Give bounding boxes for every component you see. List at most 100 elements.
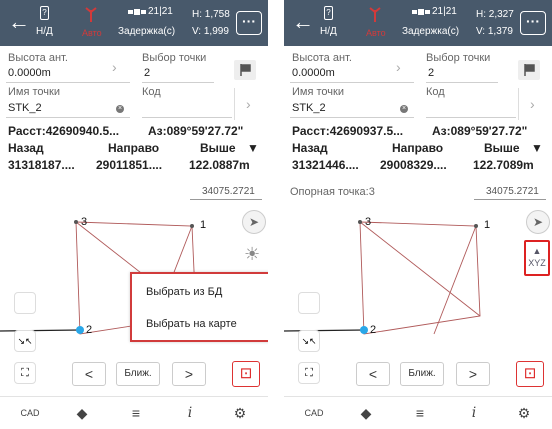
next-button[interactable]: > [456, 362, 490, 386]
antenna-height-value[interactable]: 0.0000m [292, 67, 335, 79]
divider [518, 88, 519, 120]
choose-point-label: Выбор точки [426, 52, 491, 64]
chevron-right-icon: › [112, 59, 117, 75]
choose-point-label: Выбор точки [142, 52, 207, 64]
select-on-map-item[interactable]: Выбрать на карте [146, 318, 237, 330]
scale-bar [190, 199, 262, 200]
fullscreen-icon[interactable]: ⛶ [298, 362, 320, 384]
flag-button[interactable] [518, 60, 540, 80]
divider [290, 117, 414, 118]
back-value: 31318187.... [8, 158, 75, 172]
bottom-toolbar: CAD ◆ ≡ i ⚙ [0, 396, 268, 429]
more-menu-button[interactable]: ··· [236, 11, 262, 35]
nd-label: Н/Д [36, 26, 53, 37]
map-point-2[interactable]: 2 [370, 324, 376, 336]
clear-icon[interactable]: × [116, 105, 124, 113]
brightness-icon[interactable]: ☀ [244, 244, 260, 265]
choose-point-value[interactable]: 2 [144, 67, 150, 79]
map-point-1[interactable]: 1 [200, 219, 206, 231]
distance-readout: Расст:42690940.5... [8, 124, 120, 138]
satellite-count: 21|21 [432, 6, 457, 17]
cad-icon[interactable]: CAD [18, 403, 42, 423]
layer-point-icon[interactable] [14, 292, 36, 314]
prev-button[interactable]: < [72, 362, 106, 386]
delay-label: Задержка(с) [402, 26, 460, 37]
prev-button[interactable]: < [356, 362, 390, 386]
up-value: 122.7089m [473, 158, 534, 172]
mode-label: Авто [366, 28, 386, 38]
collapse-icon[interactable]: ↘↖ [298, 330, 320, 352]
nearest-button[interactable]: Ближ. [400, 362, 444, 386]
stakeout-button[interactable]: ⊡ [516, 361, 544, 387]
fullscreen-icon[interactable]: ⛶ [14, 362, 36, 384]
collapse-icon[interactable]: ↘↖ [14, 330, 36, 352]
info-icon[interactable]: i [178, 403, 202, 423]
back-label: Назад [292, 141, 328, 155]
map-point-3[interactable]: 3 [365, 216, 371, 228]
back-arrow-icon[interactable]: ← [292, 10, 314, 34]
compass-icon[interactable]: ➤ [526, 210, 550, 234]
up-label: Выше [484, 141, 520, 155]
layer-point-icon[interactable] [298, 292, 320, 314]
mode-label: Авто [82, 28, 102, 38]
delay-label: Задержка(с) [118, 26, 176, 37]
back-arrow-icon[interactable]: ← [8, 10, 30, 34]
settings-icon[interactable]: ⚙ [512, 403, 536, 423]
point-name-input[interactable]: STK_2 [292, 102, 326, 114]
more-menu-button[interactable]: ··· [520, 11, 546, 35]
settings-icon[interactable]: ⚙ [228, 403, 252, 423]
divider [426, 82, 498, 83]
xyz-button[interactable]: ▲ XYZ [524, 240, 550, 276]
nd-label: Н/Д [320, 26, 337, 37]
flag-icon [240, 64, 251, 76]
h-precision: H: 2,327 [476, 9, 514, 20]
point-name-input[interactable]: STK_2 [8, 102, 42, 114]
distance-readout: Расст:42690937.5... [292, 124, 404, 138]
map-point-1[interactable]: 1 [484, 219, 490, 231]
scale-bar [474, 199, 546, 200]
nearest-button[interactable]: Ближ. [116, 362, 160, 386]
chevron-right-icon: › [396, 59, 401, 75]
chevron-right-icon[interactable]: › [530, 96, 535, 112]
flag-icon [524, 64, 535, 76]
azimuth-readout: Аз:089°59'27.72" [432, 124, 528, 138]
info-icon[interactable]: i [462, 403, 486, 423]
divider [234, 88, 235, 120]
up-label: Выше [200, 141, 236, 155]
v-precision: V: 1,379 [476, 26, 513, 37]
satellite-icon [412, 9, 430, 15]
satellite-icon [128, 9, 146, 15]
right-value: 29011851.... [96, 158, 163, 172]
antenna-icon [85, 7, 97, 22]
layers-icon[interactable]: ◆ [70, 403, 94, 423]
chevron-right-icon[interactable]: › [246, 96, 251, 112]
cad-icon[interactable]: CAD [302, 403, 326, 423]
next-button[interactable]: > [172, 362, 206, 386]
stakeout-button[interactable]: ⊡ [232, 361, 260, 387]
azimuth-readout: Аз:089°59'27.72" [148, 124, 244, 138]
clear-icon[interactable]: × [400, 105, 408, 113]
v-precision: V: 1,999 [192, 26, 229, 37]
status-bar: ← ? Н/Д Авто 21|21 Задержка(с) H: 2,327 … [284, 0, 552, 46]
map-point-2[interactable]: 2 [86, 324, 92, 336]
map-point-3[interactable]: 3 [81, 216, 87, 228]
select-from-db-item[interactable]: Выбрать из БД [146, 286, 222, 298]
reference-point-label: Опорная точка:3 [290, 186, 375, 198]
right-screen: ← ? Н/Д Авто 21|21 Задержка(с) H: 2,327 … [284, 0, 552, 429]
flag-button[interactable] [234, 60, 256, 80]
layers-icon[interactable]: ◆ [354, 403, 378, 423]
divider [142, 117, 232, 118]
antenna-height-value[interactable]: 0.0000m [8, 67, 51, 79]
compass-icon[interactable]: ➤ [242, 210, 266, 234]
select-point-popup: Выбрать из БД Выбрать на карте [130, 272, 268, 342]
choose-point-value[interactable]: 2 [428, 67, 434, 79]
up-value: 122.0887m [189, 158, 250, 172]
menu-icon[interactable]: ≡ [124, 403, 148, 423]
right-label: Направо [392, 141, 444, 155]
menu-icon[interactable]: ≡ [408, 403, 432, 423]
divider [290, 82, 414, 83]
divider [6, 117, 130, 118]
code-label: Код [426, 86, 445, 98]
point-name-label: Имя точки [292, 86, 344, 98]
device-icon: ? [40, 6, 49, 20]
